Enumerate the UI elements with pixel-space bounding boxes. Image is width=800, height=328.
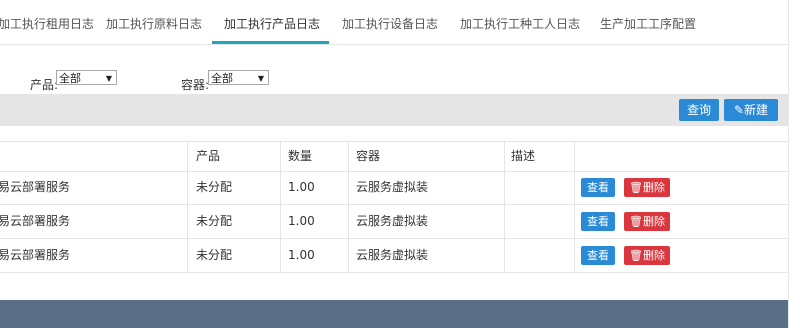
column-divider — [187, 239, 188, 272]
view-button[interactable]: 查看 — [581, 178, 615, 197]
tab-product-log[interactable]: 加工执行产品日志 — [224, 0, 320, 44]
column-divider — [187, 171, 188, 204]
container-filter-value: 全部 — [211, 72, 233, 85]
cell-product: 未分配 — [196, 180, 233, 194]
delete-button[interactable]: 🗑删除 — [624, 178, 670, 197]
product-filter-select[interactable]: 全部 ▼ — [56, 70, 117, 85]
chevron-down-icon: ▼ — [257, 74, 264, 83]
cell-quantity: 1.00 — [288, 248, 315, 262]
delete-button-label: 删除 — [642, 215, 665, 228]
cell-container: 云服务虚拟装 — [356, 214, 429, 228]
container-filter-select[interactable]: 全部 ▼ — [208, 70, 269, 85]
tab-bar: 加工执行租用日志 加工执行原料日志 加工执行产品日志 加工执行设备日志 加工执行… — [0, 0, 800, 44]
column-divider — [280, 142, 281, 171]
column-divider — [348, 239, 349, 272]
column-divider — [574, 142, 575, 171]
cell-quantity: 1.00 — [288, 214, 315, 228]
cell-name: 易云部署服务 — [0, 248, 71, 262]
cell-container: 云服务虚拟装 — [356, 180, 429, 194]
table-row: 易云部署服务 未分配 1.00 云服务虚拟装 查看 🗑删除 — [0, 171, 788, 205]
column-divider — [574, 171, 575, 204]
container-filter-label: 容器: — [181, 78, 210, 92]
column-divider — [280, 205, 281, 238]
column-divider — [504, 205, 505, 238]
header-product: 产品 — [196, 149, 221, 163]
column-divider — [504, 171, 505, 204]
table-header-row: 产品 数量 容器 描述 — [0, 141, 788, 172]
tab-worker-log[interactable]: 加工执行工种工人日志 — [460, 0, 580, 44]
cell-quantity: 1.00 — [288, 180, 315, 194]
chevron-down-icon: ▼ — [105, 74, 112, 83]
tab-divider — [0, 44, 800, 45]
new-button[interactable]: ✎新建 — [724, 99, 778, 121]
column-divider — [504, 142, 505, 171]
trash-icon: 🗑 — [629, 215, 643, 228]
header-description: 描述 — [511, 149, 536, 163]
new-button-label: 新建 — [744, 103, 769, 117]
toolbar: 查询 ✎新建 — [0, 94, 788, 126]
column-divider — [574, 205, 575, 238]
column-divider — [504, 239, 505, 272]
delete-button[interactable]: 🗑删除 — [624, 212, 670, 231]
table-row: 易云部署服务 未分配 1.00 云服务虚拟装 查看 🗑删除 — [0, 239, 788, 273]
header-quantity: 数量 — [288, 149, 313, 163]
cell-container: 云服务虚拟装 — [356, 248, 429, 262]
table-row: 易云部署服务 未分配 1.00 云服务虚拟装 查看 🗑删除 — [0, 205, 788, 239]
tab-process-config[interactable]: 生产加工工序配置 — [600, 0, 696, 44]
column-divider — [348, 205, 349, 238]
cell-name: 易云部署服务 — [0, 214, 71, 228]
cell-product: 未分配 — [196, 214, 233, 228]
column-divider — [187, 205, 188, 238]
tab-material-log[interactable]: 加工执行原料日志 — [106, 0, 202, 44]
product-filter-label: 产品: — [30, 78, 59, 92]
product-filter-value: 全部 — [59, 72, 81, 85]
column-divider — [187, 142, 188, 171]
delete-button-label: 删除 — [642, 181, 665, 194]
column-divider — [280, 171, 281, 204]
tab-rental-log[interactable]: 加工执行租用日志 — [0, 0, 94, 44]
pencil-icon: ✎ — [733, 103, 745, 117]
footer-bar — [0, 300, 788, 328]
delete-button-label: 删除 — [642, 249, 665, 262]
column-divider — [348, 142, 349, 171]
view-button[interactable]: 查看 — [581, 246, 615, 265]
column-divider — [348, 171, 349, 204]
delete-button[interactable]: 🗑删除 — [624, 246, 670, 265]
query-button[interactable]: 查询 — [679, 99, 719, 121]
tab-equipment-log[interactable]: 加工执行设备日志 — [342, 0, 438, 44]
scrollbar-track[interactable] — [788, 0, 800, 328]
view-button[interactable]: 查看 — [581, 212, 615, 231]
trash-icon: 🗑 — [629, 181, 643, 194]
header-container: 容器 — [356, 149, 381, 163]
cell-name: 易云部署服务 — [0, 180, 71, 194]
column-divider — [574, 239, 575, 272]
cell-product: 未分配 — [196, 248, 233, 262]
column-divider — [280, 239, 281, 272]
trash-icon: 🗑 — [629, 249, 643, 262]
